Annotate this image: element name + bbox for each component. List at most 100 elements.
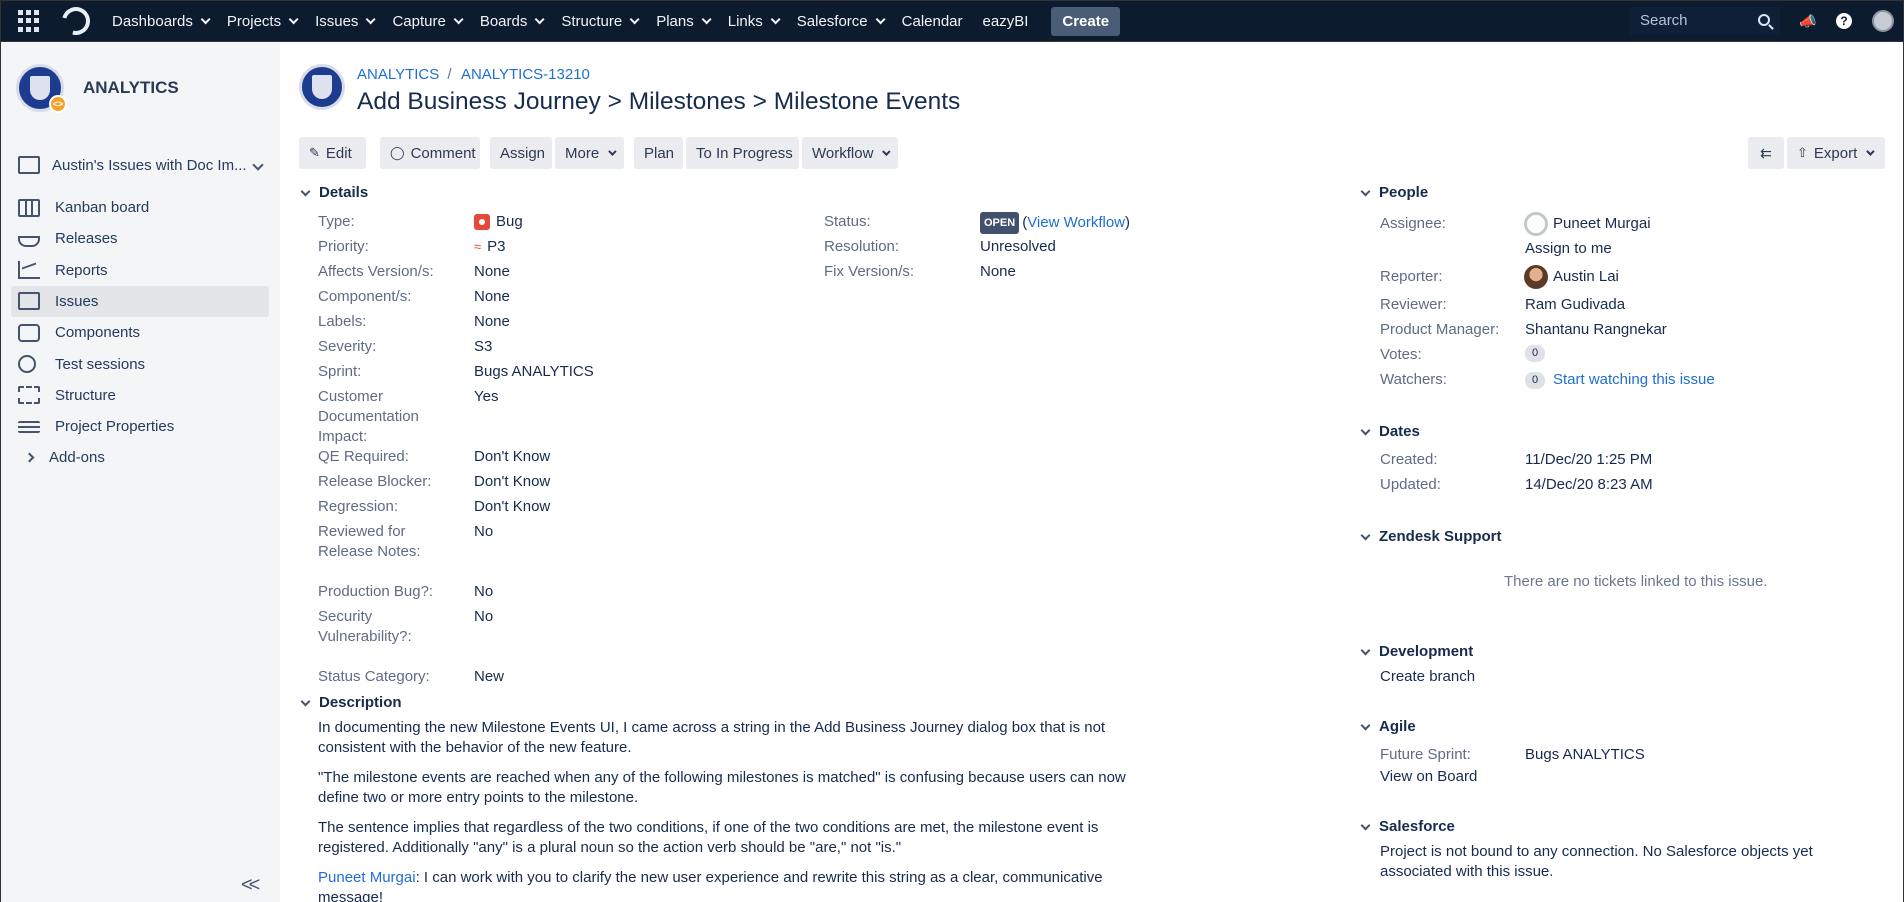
view-on-board-link[interactable]: View on Board xyxy=(1380,767,1477,787)
assignee-value[interactable]: Puneet Murgai xyxy=(1524,212,1651,236)
nav-item-structure[interactable]: Structure xyxy=(561,13,640,30)
detail-field-value[interactable]: Bugs ANALYTICS xyxy=(474,362,594,382)
agile-section-toggle[interactable]: Agile xyxy=(1360,718,1416,735)
detail-field-value[interactable]: No xyxy=(474,582,493,602)
puzzle-icon xyxy=(18,323,40,342)
create-branch-link[interactable]: Create branch xyxy=(1380,667,1475,687)
nav-item-label: Salesforce xyxy=(796,12,868,30)
detail-field-value[interactable]: New xyxy=(474,667,504,687)
product-manager-value[interactable]: Shantanu Rangnekar xyxy=(1525,320,1667,340)
detail-field-value[interactable]: No xyxy=(474,522,493,542)
reviewer-value[interactable]: Ram Gudivada xyxy=(1525,295,1625,315)
detail-field-value[interactable]: No xyxy=(474,607,493,627)
future-sprint-link[interactable]: Bugs ANALYTICS xyxy=(1525,745,1645,765)
project-name[interactable]: ANALYTICS xyxy=(83,78,179,98)
workflow-button[interactable]: Workflow xyxy=(802,137,898,169)
detail-field-value[interactable]: Yes xyxy=(474,387,498,407)
more-label: More xyxy=(565,144,600,162)
app-switcher-icon[interactable] xyxy=(18,10,40,32)
nav-item-plans[interactable]: Plans xyxy=(656,13,712,30)
details-section-toggle[interactable]: Details xyxy=(300,184,368,201)
development-heading: Development xyxy=(1379,643,1474,660)
votes-value[interactable]: 0 xyxy=(1525,345,1553,362)
sidebar-item-structure[interactable]: Structure xyxy=(11,380,269,411)
more-button[interactable]: More xyxy=(555,137,624,169)
nav-item-dashboards[interactable]: Dashboards xyxy=(112,13,211,30)
issue-view: ANALYTICS / ANALYTICS-13210 Add Business… xyxy=(280,42,1904,902)
detail-field-label: Type: xyxy=(318,213,355,230)
search-input[interactable]: Search xyxy=(1630,7,1780,35)
detail-field-label: Labels: xyxy=(318,313,367,330)
detail-field-value[interactable]: Don't Know xyxy=(474,497,550,517)
breadcrumb-project-link[interactable]: ANALYTICS xyxy=(357,66,439,83)
help-icon[interactable]: ? xyxy=(1836,13,1852,29)
description-paragraph[interactable]: "The milestone events are reached when a… xyxy=(318,768,1128,808)
sidebar-item-addons[interactable]: Add-ons xyxy=(11,442,269,472)
breadcrumb-issue-key-link[interactable]: ANALYTICS-13210 xyxy=(461,66,590,83)
sidebar-item-reports[interactable]: Reports xyxy=(11,255,269,286)
fix-version-field-value[interactable]: None xyxy=(980,262,1016,282)
share-button[interactable]: ⇇ xyxy=(1748,137,1784,169)
share-icon: ⇇ xyxy=(1760,144,1772,161)
plan-button[interactable]: Plan xyxy=(634,137,683,169)
description-section-toggle[interactable]: Description xyxy=(300,694,402,711)
detail-field-value[interactable]: None xyxy=(474,287,510,307)
assignee-avatar xyxy=(1524,212,1548,236)
nav-item-links[interactable]: Links xyxy=(728,13,781,30)
user-mention-link[interactable]: Puneet Murgai xyxy=(318,869,416,886)
start-watching-link[interactable]: Start watching this issue xyxy=(1553,370,1715,390)
description-paragraph[interactable]: In documenting the new Milestone Events … xyxy=(318,718,1128,758)
people-section-toggle[interactable]: People xyxy=(1360,184,1428,201)
assign-to-me-link[interactable]: Assign to me xyxy=(1525,239,1612,259)
nav-item-projects[interactable]: Projects xyxy=(227,13,299,30)
user-avatar[interactable] xyxy=(1872,10,1894,32)
nav-item-boards[interactable]: Boards xyxy=(480,13,545,30)
sidebar-item-issues[interactable]: Issues xyxy=(11,285,269,317)
sidebar-item-label: Add-ons xyxy=(49,448,105,466)
nav-item-salesforce[interactable]: Salesforce xyxy=(796,12,886,30)
project-avatar[interactable]: <> xyxy=(16,64,67,113)
salesforce-section-toggle[interactable]: Salesforce xyxy=(1360,818,1455,835)
sidebar-item-kanban-board[interactable]: Kanban board xyxy=(11,192,269,223)
dates-section-toggle[interactable]: Dates xyxy=(1360,423,1420,440)
assign-button[interactable]: Assign xyxy=(490,137,552,169)
sidebar-item-releases[interactable]: Releases xyxy=(11,223,269,254)
updated-label: Updated: xyxy=(1380,476,1441,493)
to-in-progress-button[interactable]: To In Progress xyxy=(686,137,799,169)
watchers-label: Watchers: xyxy=(1380,371,1447,388)
nav-item-capture[interactable]: Capture xyxy=(392,13,464,30)
nav-item-issues[interactable]: Issues xyxy=(315,13,377,30)
edit-button[interactable]: ✎ Edit xyxy=(299,137,366,169)
watchers-count[interactable]: 0 xyxy=(1525,371,1545,389)
board-selector[interactable]: Austin's Issues with Doc Im... xyxy=(18,156,268,174)
description-paragraph[interactable]: The sentence implies that regardless of … xyxy=(318,818,1128,858)
detail-field-text: Don't Know xyxy=(474,498,551,515)
detail-field-value[interactable]: Don't Know xyxy=(474,447,550,467)
view-workflow-link[interactable]: View Workflow xyxy=(1027,213,1125,233)
sidebar-item-project-properties[interactable]: Project Properties xyxy=(11,411,269,442)
detail-field-value[interactable]: S3 xyxy=(474,337,492,357)
export-button[interactable]: ⇧ Export xyxy=(1787,137,1885,169)
detail-field-value[interactable]: None xyxy=(474,262,510,282)
collapse-sidebar-icon[interactable]: << xyxy=(241,874,260,897)
notifications-icon[interactable]: 📣 xyxy=(1799,13,1816,29)
jira-logo-icon[interactable] xyxy=(56,1,96,41)
detail-field-value[interactable]: None xyxy=(474,312,510,332)
nav-item-calendar[interactable]: Calendar xyxy=(902,13,963,30)
development-section-toggle[interactable]: Development xyxy=(1360,643,1473,660)
sidebar-item-test-sessions[interactable]: Test sessions xyxy=(11,349,269,380)
sidebar-item-components[interactable]: Components xyxy=(11,317,269,348)
description-paragraph[interactable]: Puneet Murgai: I can work with you to cl… xyxy=(318,868,1128,902)
issue-title[interactable]: Add Business Journey > Milestones > Mile… xyxy=(357,88,960,116)
reporter-value[interactable]: Austin Lai xyxy=(1524,265,1619,289)
detail-field-text: Bugs ANALYTICS xyxy=(474,363,594,380)
zendesk-section-toggle[interactable]: Zendesk Support xyxy=(1360,528,1502,545)
detail-field-label: Status Category: xyxy=(318,668,430,685)
nav-item-eazybi[interactable]: eazyBI xyxy=(983,13,1029,30)
create-button[interactable]: Create xyxy=(1051,6,1121,36)
detail-field-value[interactable]: ≈ P3 xyxy=(474,237,506,257)
detail-field-value[interactable]: Don't Know xyxy=(474,472,550,492)
detail-field-value[interactable]: Bug xyxy=(474,212,523,232)
comment-button[interactable]: ◯ Comment xyxy=(380,137,480,169)
zendesk-heading: Zendesk Support xyxy=(1379,528,1502,545)
